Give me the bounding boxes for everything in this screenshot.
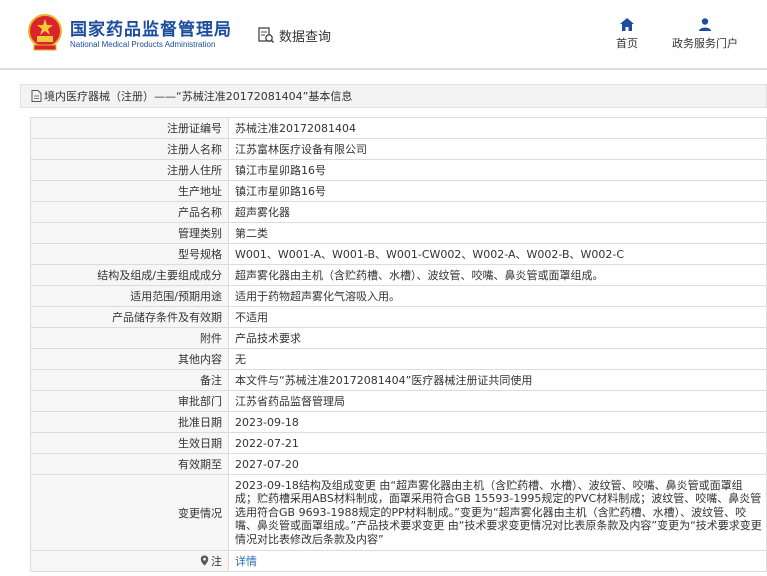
field-label: 管理类别 <box>30 222 229 244</box>
table-row: 附件 产品技术要求 <box>30 327 767 349</box>
breadcrumb-text: 境内医疗器械（注册）——“苏械注准20172081404”基本信息 <box>44 90 353 103</box>
field-value: 无 <box>228 348 767 370</box>
field-label: 适用范围/预期用途 <box>30 285 229 307</box>
field-label: 生产地址 <box>30 180 229 202</box>
field-label: 产品名称 <box>30 201 229 223</box>
table-row: 注册证编号 苏械注准20172081404 <box>30 117 767 139</box>
table-row: 型号规格 W001、W001-A、W001-B、W001-CW002、W002-A… <box>30 243 767 265</box>
table-row: 审批部门 江苏省药品监督管理局 <box>30 390 767 412</box>
field-value: 镇江市星卯路16号 <box>228 180 767 202</box>
field-label: 注册证编号 <box>30 117 229 139</box>
user-icon <box>699 18 711 31</box>
details-cell: 详情 <box>228 550 767 572</box>
field-value: 镇江市星卯路16号 <box>228 159 767 181</box>
field-value: 2022-07-21 <box>228 432 767 454</box>
table-row: 注册人名称 江苏富林医疗设备有限公司 <box>30 138 767 160</box>
nav-service-portal[interactable]: 政务服务门户 <box>672 18 738 51</box>
details-link[interactable]: 详情 <box>235 555 257 568</box>
table-row: 备注 本文件与“苏械注准20172081404”医疗器械注册证共同使用 <box>30 369 767 391</box>
table-row: 产品名称 超声雾化器 <box>30 201 767 223</box>
field-value: 江苏省药品监督管理局 <box>228 390 767 412</box>
home-icon <box>620 18 634 31</box>
location-pin-icon <box>200 555 209 566</box>
field-value: W001、W001-A、W001-B、W001-CW002、W002-A、W00… <box>228 243 767 265</box>
table-row: 生产地址 镇江市星卯路16号 <box>30 180 767 202</box>
table-row: 产品储存条件及有效期 不适用 <box>30 306 767 328</box>
national-emblem-icon <box>28 14 62 51</box>
table-row: 生效日期 2022-07-21 <box>30 432 767 454</box>
field-label: 批准日期 <box>30 411 229 433</box>
field-value: 超声雾化器 <box>228 201 767 223</box>
field-value: 产品技术要求 <box>228 327 767 349</box>
field-value: 适用于药物超声雾化气溶吸入用。 <box>228 285 767 307</box>
data-query-label: 数据查询 <box>279 29 332 45</box>
nav-portal-label: 政务服务门户 <box>672 37 738 50</box>
detail-table: 注册证编号 苏械注准20172081404 注册人名称 江苏富林医疗设备有限公司 注… <box>30 117 767 572</box>
field-label: 注册人住所 <box>30 159 229 181</box>
field-label: 生效日期 <box>30 432 229 454</box>
breadcrumb: 境内医疗器械（注册）——“苏械注准20172081404”基本信息 <box>20 84 767 108</box>
note-label: 注 <box>211 554 222 568</box>
field-value: 2023-09-18结构及组成变更 由“超声雾化器由主机（含贮药槽、水槽）、波纹… <box>228 474 767 551</box>
field-value: 第二类 <box>228 222 767 244</box>
document-icon <box>31 90 42 102</box>
field-label: 结构及组成/主要组成成分 <box>30 264 229 286</box>
nav-home[interactable]: 首页 <box>616 18 638 51</box>
table-row: 适用范围/预期用途 适用于药物超声雾化气溶吸入用。 <box>30 285 767 307</box>
field-label: 注册人名称 <box>30 138 229 160</box>
field-value: 江苏富林医疗设备有限公司 <box>228 138 767 160</box>
note-label-cell: 注 <box>30 550 229 572</box>
field-value: 2027-07-20 <box>228 453 767 475</box>
nav-home-label: 首页 <box>616 37 638 50</box>
field-label: 备注 <box>30 369 229 391</box>
table-row: 有效期至 2027-07-20 <box>30 453 767 475</box>
field-label: 有效期至 <box>30 453 229 475</box>
table-row: 变更情况 2023-09-18结构及组成变更 由“超声雾化器由主机（含贮药槽、水槽… <box>30 474 767 551</box>
field-value: 本文件与“苏械注准20172081404”医疗器械注册证共同使用 <box>228 369 767 391</box>
field-label: 附件 <box>30 327 229 349</box>
field-value: 苏械注准20172081404 <box>228 117 767 139</box>
field-label: 型号规格 <box>30 243 229 265</box>
site-title: 国家药品监督管理局 <box>70 20 232 40</box>
table-row: 批准日期 2023-09-18 <box>30 411 767 433</box>
site-subtitle: National Medical Products Administration <box>70 40 216 49</box>
table-row: 注 详情 <box>30 550 767 572</box>
table-row: 结构及组成/主要组成成分 超声雾化器由主机（含贮药槽、水槽）、波纹管、咬嘴、鼻炎管… <box>30 264 767 286</box>
field-label: 变更情况 <box>30 474 229 551</box>
table-row: 管理类别 第二类 <box>30 222 767 244</box>
field-value: 不适用 <box>228 306 767 328</box>
table-row: 注册人住所 镇江市星卯路16号 <box>30 159 767 181</box>
search-document-icon <box>258 27 275 44</box>
field-label: 产品储存条件及有效期 <box>30 306 229 328</box>
field-value: 超声雾化器由主机（含贮药槽、水槽）、波纹管、咬嘴、鼻炎管或面罩组成。 <box>228 264 767 286</box>
field-label: 其他内容 <box>30 348 229 370</box>
site-header: 国家药品监督管理局 National Medical Products Admi… <box>0 0 767 70</box>
field-value: 2023-09-18 <box>228 411 767 433</box>
field-label: 审批部门 <box>30 390 229 412</box>
data-query-link[interactable]: 数据查询 <box>257 24 331 46</box>
table-row: 其他内容无 <box>30 348 767 370</box>
